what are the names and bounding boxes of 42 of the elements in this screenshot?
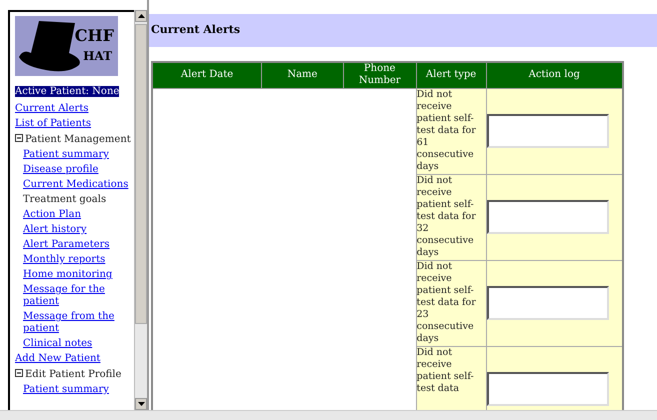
nav-link[interactable]: Alert history xyxy=(23,224,87,236)
action-log-field[interactable] xyxy=(486,114,609,148)
page-title: Current Alerts xyxy=(151,22,240,38)
action-log-field[interactable] xyxy=(486,372,609,406)
nav-link[interactable]: Clinical notes xyxy=(23,338,92,350)
column-header: Action log xyxy=(486,62,623,88)
nav-link[interactable]: Message from the patient xyxy=(23,311,134,335)
column-header: Alert type xyxy=(416,62,486,88)
nav-link[interactable]: Disease profile xyxy=(23,164,98,176)
logo-text: CHF xyxy=(74,28,114,44)
column-header: Alert Date xyxy=(152,62,262,88)
nav-link[interactable]: Current Alerts xyxy=(15,103,88,115)
alert-type-text: Did not receive patient self-test data for 23 consecutive days xyxy=(416,260,477,344)
nav-link[interactable]: Home monitoring xyxy=(23,269,112,281)
up-arrow-icon xyxy=(138,14,144,18)
alert-type-text: Did not receive patient self-test data for 61 consecutive days xyxy=(416,88,477,172)
vertical-scrollbar[interactable] xyxy=(134,10,147,410)
action-log-field[interactable] xyxy=(486,200,609,234)
nav-link[interactable]: Patient summary xyxy=(23,384,109,396)
scrollbar-thumb[interactable] xyxy=(135,24,147,324)
collapse-icon[interactable] xyxy=(15,369,23,377)
down-arrow-icon xyxy=(138,402,144,406)
section-label: Patient Management xyxy=(25,134,131,145)
nav-text: Treatment goals xyxy=(23,194,108,206)
alert-type-text: Did not receive patient self-test data xyxy=(416,346,475,394)
column-header: Name xyxy=(262,62,344,88)
column-header: Phone Number xyxy=(343,62,416,88)
horizontal-scrollbar[interactable] xyxy=(0,410,657,420)
alert-type-text: Did not receive patient self-test data for 32 consecutive days xyxy=(416,174,477,258)
nav-link[interactable]: Current Medications xyxy=(23,179,128,191)
nav-link[interactable]: Monthly reports xyxy=(23,254,106,266)
nav-link[interactable]: Message for the patient xyxy=(23,284,134,308)
nav-link[interactable]: Alert Parameters xyxy=(23,239,110,251)
nav-link[interactable]: List of Patients xyxy=(15,118,92,130)
collapse-icon[interactable] xyxy=(15,134,23,142)
nav-link[interactable]: Patient summary xyxy=(23,149,109,161)
nav-link[interactable]: Action Plan xyxy=(23,209,82,221)
action-log-field[interactable] xyxy=(486,286,609,320)
nav-link[interactable]: Add New Patient xyxy=(15,353,100,365)
active-patient-label: Active Patient: None xyxy=(15,86,120,97)
section-label: Edit Patient Profile xyxy=(25,369,122,380)
logo-text: HAT xyxy=(83,50,112,62)
